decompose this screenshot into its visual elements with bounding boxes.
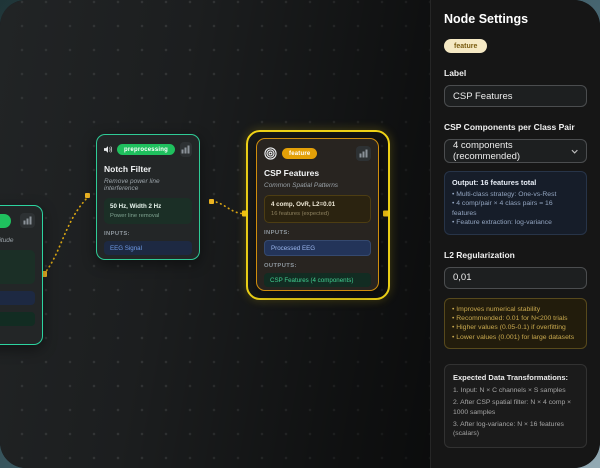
transformations-title: Expected Data Transformations: — [453, 373, 569, 382]
node-title: Notch Filter — [104, 164, 152, 174]
l2-input[interactable]: 0,01 — [444, 266, 587, 289]
node-chart-button[interactable] — [356, 146, 371, 161]
output-info-bullet: • Feature extraction: log-variance — [452, 219, 552, 227]
port-csp-output[interactable] — [383, 210, 389, 217]
node-param-box — [0, 250, 35, 284]
param-subtitle: Power line removal — [110, 213, 160, 219]
wire-notch-to-csp[interactable] — [211, 200, 244, 215]
transformation-item: 1. Input: N × C channels × S samples — [453, 387, 566, 394]
node-partial-left[interactable]: litude — [0, 205, 43, 345]
output-info-title: Output: 16 features total — [452, 178, 537, 187]
chevron-down-icon — [571, 149, 578, 154]
components-select-value: 4 components (recommended) — [453, 140, 521, 162]
inputs-label: INPUTS: — [264, 230, 290, 236]
l2-info-bullet: • Lower values (0.001) for large dataset… — [452, 333, 575, 341]
node-input-pill[interactable] — [0, 291, 35, 305]
node-title: CSP Features — [264, 168, 320, 178]
outputs-label: OUTPUTS: — [264, 263, 297, 269]
app-window: litude preprocessing — [0, 0, 600, 468]
transformation-item: 3. After log-variance: N × 16 features (… — [453, 420, 564, 438]
spiral-icon — [264, 147, 277, 160]
components-select-label: CSP Components per Class Pair — [444, 122, 575, 132]
node-chart-button[interactable] — [20, 213, 35, 228]
node-subtitle-fragment: litude — [0, 237, 14, 244]
l2-info-box: • Improves numerical stability • Recomme… — [444, 297, 587, 349]
node-output-pill[interactable] — [0, 312, 35, 326]
transformations-box: Expected Data Transformations: 1. Input:… — [444, 364, 587, 449]
l2-info-bullet: • Higher values (0.05-0.1) if overfittin… — [452, 324, 566, 332]
bar-chart-icon — [181, 145, 190, 154]
node-type-badge: feature — [444, 39, 488, 53]
node-canvas[interactable]: litude preprocessing — [0, 0, 430, 468]
speaker-icon — [104, 146, 113, 153]
label-field-label: Label — [444, 68, 467, 78]
param-subtitle: 16 features (expected) — [271, 211, 330, 217]
inputs-label: INPUTS: — [104, 231, 130, 237]
node-settings-panel: Node Settings feature Label CSP Features… — [430, 0, 600, 468]
node-csp-features[interactable]: feature CSP Features Common Spatial Patt… — [256, 138, 379, 291]
node-type-badge: feature — [282, 148, 318, 159]
l2-info-bullet: • Improves numerical stability — [452, 305, 541, 313]
bar-chart-icon — [359, 149, 368, 158]
port-notch-input[interactable] — [85, 193, 90, 198]
output-info-bullet: • Multi-class strategy: One-vs-Rest — [452, 191, 557, 198]
node-param-box: 4 comp, OvR, L2=0.01 16 features (expect… — [264, 195, 371, 223]
panel-title: Node Settings — [444, 12, 529, 26]
param-title: 50 Hz, Width 2 Hz — [110, 203, 162, 210]
label-input[interactable]: CSP Features — [444, 85, 587, 107]
output-info-box: Output: 16 features total • Multi-class … — [444, 171, 587, 235]
l2-info-bullet: • Recommended: 0.01 for N<200 trials — [452, 314, 568, 322]
components-select[interactable]: 4 components (recommended) — [444, 139, 587, 163]
bar-chart-icon — [23, 216, 32, 225]
node-param-box: 50 Hz, Width 2 Hz Power line removal — [104, 198, 192, 224]
transformation-item: 2. After CSP spatial filter: N × 4 comp … — [453, 398, 572, 416]
node-type-badge: preprocessing — [117, 144, 175, 155]
node-notch-filter[interactable]: preprocessing Notch Filter Remove power … — [96, 134, 200, 260]
param-title: 4 comp, OvR, L2=0.01 — [271, 201, 336, 208]
wire-partial-to-notch[interactable] — [43, 196, 89, 275]
node-subtitle: Common Spatial Patterns — [264, 182, 339, 189]
node-subtitle: Remove power line interference — [104, 178, 160, 192]
badge-fragment — [0, 213, 11, 228]
input-pill[interactable]: EEG Signal — [104, 241, 192, 255]
output-info-bullet: • 4 comp/pair × 4 class pairs = 16 featu… — [452, 200, 553, 217]
l2-field-label: L2 Regularization — [444, 249, 515, 260]
port-notch-output[interactable] — [209, 199, 214, 204]
input-pill[interactable]: Processed EEG — [264, 240, 371, 256]
node-chart-button[interactable] — [179, 142, 192, 157]
port-csp-input[interactable] — [242, 210, 248, 217]
output-pill[interactable]: CSP Features (4 components) — [264, 273, 371, 287]
